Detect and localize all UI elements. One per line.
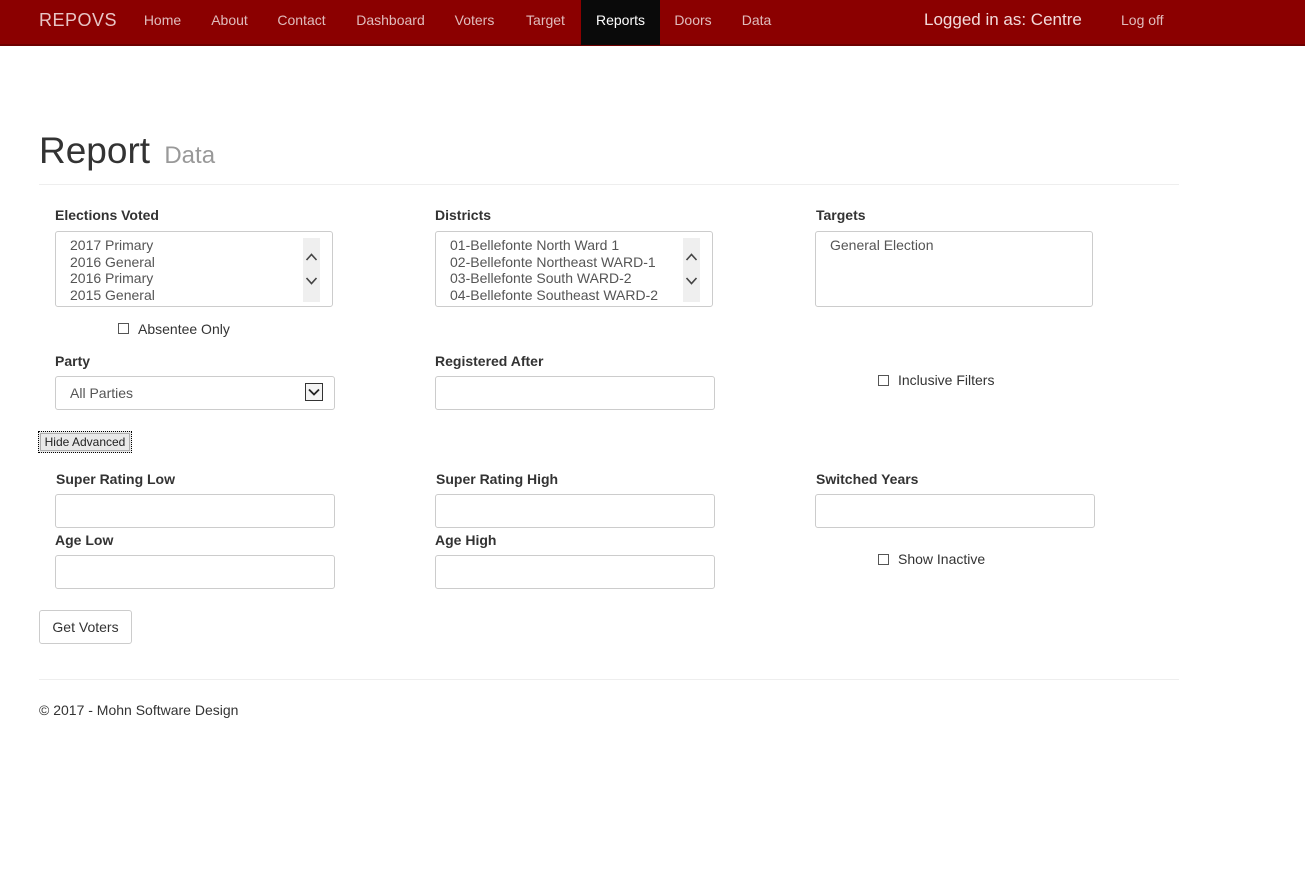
nav-reports[interactable]: Reports [581,0,660,45]
absentee-label: Absentee Only [138,321,230,337]
registered-after-input[interactable] [435,376,715,410]
targets-listbox[interactable]: General Election [815,231,1093,307]
logged-in-user[interactable]: Logged in as: Centre [924,0,1082,44]
switched-years-input[interactable] [815,494,1095,528]
inclusive-filters-label: Inclusive Filters [898,372,995,388]
nav-dashboard[interactable]: Dashboard [343,0,438,45]
districts-listbox[interactable]: 01-Bellefonte North Ward 1 02-Bellefonte… [435,231,713,307]
absentee-checkbox[interactable] [118,323,129,334]
elections-listbox[interactable]: 2017 Primary 2016 General 2016 Primary 2… [55,231,333,307]
list-option[interactable]: 02-Bellefonte Northeast WARD-1 [450,254,658,271]
list-option[interactable]: 2016 Primary [70,270,155,287]
page-subtitle: Data [164,142,216,169]
brand-logo[interactable]: REPOVS [39,0,117,44]
list-option[interactable]: 2017 Primary [70,237,155,254]
age-low-label: Age Low [55,532,114,548]
age-low-input[interactable] [55,555,335,589]
nav-doors[interactable]: Doors [661,0,725,45]
switched-years-label: Switched Years [816,471,919,487]
show-inactive-checkbox[interactable] [878,554,889,565]
nav-contact[interactable]: Contact [265,0,338,45]
targets-label: Targets [816,207,866,223]
elections-label: Elections Voted [55,207,159,223]
navbar: REPOVS Home About Contact Dashboard Vote… [0,0,1305,46]
list-option[interactable]: 2015 General [70,287,155,304]
nav-about[interactable]: About [198,0,261,45]
list-option[interactable]: 2016 General [70,254,155,271]
inclusive-filters-checkbox[interactable] [878,375,889,386]
districts-label: Districts [435,207,492,223]
list-option[interactable]: 03-Bellefonte South WARD-2 [450,270,658,287]
targets-options: General Election [830,237,934,254]
footer-divider [39,679,1179,680]
hide-advanced-button[interactable]: Hide Advanced [38,431,132,453]
page-title: Report Data [39,130,215,172]
registered-after-label: Registered After [435,353,544,369]
footer-copyright: © 2017 - Mohn Software Design [39,702,239,718]
chevron-down-icon[interactable] [685,274,698,287]
scrollbar[interactable] [303,238,320,302]
hide-advanced-label: Hide Advanced [44,435,126,449]
chevron-up-icon[interactable] [685,251,698,264]
party-selected-value: All Parties [70,385,134,401]
super-rating-high-input[interactable] [435,494,715,528]
get-voters-button[interactable]: Get Voters [39,610,132,644]
party-label: Party [55,353,91,369]
nav-target[interactable]: Target [512,0,579,45]
list-option[interactable]: 04-Bellefonte Southeast WARD-2 [450,287,658,304]
divider [39,184,1179,185]
logoff-link[interactable]: Log off [1121,0,1164,44]
show-inactive-label: Show Inactive [898,551,986,567]
chevron-down-icon[interactable] [305,274,318,287]
nav-data[interactable]: Data [728,0,785,45]
nav-home[interactable]: Home [131,0,194,45]
nav-voters[interactable]: Voters [441,0,508,45]
list-option[interactable]: General Election [830,237,934,254]
super-rating-low-label: Super Rating Low [56,471,175,487]
age-high-input[interactable] [435,555,715,589]
super-rating-low-input[interactable] [55,494,335,528]
chevron-down-icon[interactable] [305,383,323,401]
super-rating-high-label: Super Rating High [436,471,559,487]
chevron-up-icon[interactable] [305,251,318,264]
page-title-main: Report [39,130,151,171]
elections-options: 2017 Primary 2016 General 2016 Primary 2… [70,237,155,303]
party-select[interactable]: All Parties [55,376,335,410]
scrollbar[interactable] [683,238,700,302]
list-option[interactable]: 01-Bellefonte North Ward 1 [450,237,658,254]
districts-options: 01-Bellefonte North Ward 1 02-Bellefonte… [450,237,658,303]
age-high-label: Age High [435,532,497,548]
